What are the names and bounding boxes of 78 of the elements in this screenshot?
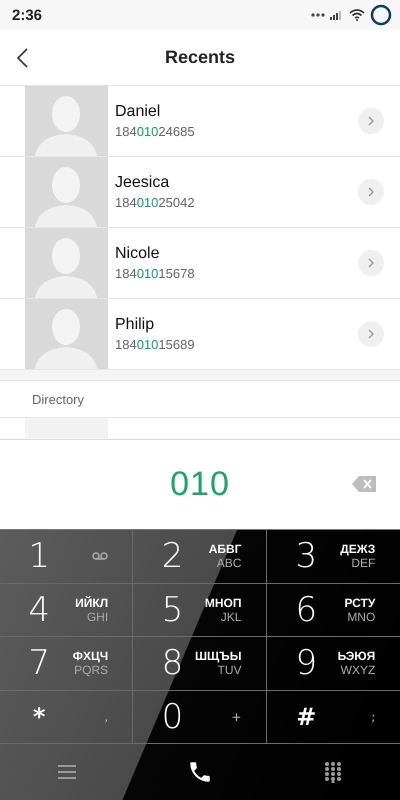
dial-key[interactable]: 6 РСТУ MNO xyxy=(266,584,400,637)
dial-key[interactable]: 5 МНОП JKL xyxy=(133,584,267,637)
avatar-icon xyxy=(25,418,108,439)
chevron-icon xyxy=(368,187,374,197)
key-letters: АБВГ xyxy=(208,542,242,556)
key-letters: WXYZ xyxy=(340,663,376,678)
key-digit: 5 xyxy=(160,590,184,630)
details-button[interactable] xyxy=(358,250,384,276)
key-digit: 9 xyxy=(294,643,318,684)
key-letters: TUV xyxy=(217,663,242,678)
dial-key[interactable]: # ; xyxy=(266,690,400,744)
delete-button[interactable] xyxy=(352,476,376,492)
key-digit: 2 xyxy=(160,536,184,576)
contact-number: 18401015678 xyxy=(115,266,196,281)
dial-key[interactable]: 0 + xyxy=(133,690,267,744)
status-time: 2:36 xyxy=(12,6,42,24)
contact-number: 18401015689 xyxy=(115,337,196,352)
contact-row[interactable]: Daniel 18401024685 xyxy=(0,86,400,157)
avatar-icon xyxy=(25,299,108,369)
dial-key[interactable]: * , xyxy=(0,690,134,744)
dial-key[interactable]: 7 ФХЦЧ PQRS xyxy=(0,637,134,690)
dial-key[interactable]: 9 ЬЭЮЯ WXYZ xyxy=(266,637,400,690)
contact-name: Jeesica xyxy=(115,174,170,192)
key-letters: MNO xyxy=(347,610,376,624)
dial-key[interactable]: 4 ИЙКЛ GHI xyxy=(0,584,134,637)
details-button[interactable] xyxy=(358,108,384,134)
back-icon xyxy=(16,48,28,68)
key-digit: 3 xyxy=(294,536,318,576)
avatar-icon xyxy=(25,157,108,227)
key-digit: 0 xyxy=(160,696,184,737)
contact-name: Nicole xyxy=(115,245,160,263)
key-digit: 8 xyxy=(160,643,184,684)
key-letters: GHI xyxy=(86,610,108,624)
menu-icon xyxy=(58,765,76,779)
page-title: Recents xyxy=(164,47,236,68)
details-button[interactable] xyxy=(358,321,384,347)
key-digit: 4 xyxy=(27,590,51,630)
key-symbol: * xyxy=(32,702,46,731)
contact-number: 18401025042 xyxy=(115,195,196,210)
key-letters: ИЙКЛ xyxy=(75,596,108,610)
contact-name: Daniel xyxy=(115,103,162,121)
dialed-number: 010 xyxy=(170,465,230,504)
contact-name: Philip xyxy=(115,316,156,334)
dial-key[interactable]: 3 ДЕЖЗ DEF xyxy=(266,530,400,584)
key-letters: ABC xyxy=(216,556,242,570)
key-letters: ЬЭЮЯ xyxy=(338,649,376,664)
wifi-icon xyxy=(349,9,365,21)
key-symbol: # xyxy=(295,702,318,731)
key-letters: ФХЦЧ xyxy=(72,649,108,664)
key-letters: PQRS xyxy=(74,663,108,678)
chevron-icon xyxy=(368,258,374,268)
key-extra: ; xyxy=(370,710,376,724)
key-digit: 1 xyxy=(27,536,51,576)
key-extra: , xyxy=(103,710,108,724)
key-letters: JKL xyxy=(220,610,242,624)
key-letters: ШЩЪЫ xyxy=(195,649,242,664)
contact-number: 18401024685 xyxy=(115,124,196,139)
key-letters: ДЕЖЗ xyxy=(340,542,376,556)
dial-key[interactable]: 2 АБВГ ABC xyxy=(133,530,267,584)
backspace-icon xyxy=(352,476,376,492)
contact-row[interactable]: Nicole 18401015678 xyxy=(0,228,400,299)
key-letters: МНОП xyxy=(204,596,242,610)
chevron-icon xyxy=(368,329,374,339)
voicemail-icon xyxy=(92,552,108,560)
contact-row[interactable]: Jeesica 18401025042 xyxy=(0,157,400,228)
ring-icon xyxy=(370,4,392,26)
avatar-icon xyxy=(25,228,108,298)
details-button[interactable] xyxy=(358,179,384,205)
key-digit: 7 xyxy=(27,643,51,684)
key-letters: DEF xyxy=(351,556,376,570)
key-extra: + xyxy=(230,710,242,724)
signal-icon xyxy=(330,10,344,20)
chevron-icon xyxy=(368,116,374,126)
key-letters: РСТУ xyxy=(344,596,376,610)
key-digit: 6 xyxy=(294,590,318,630)
more-icon xyxy=(311,13,325,17)
dial-key[interactable]: 1 xyxy=(0,530,134,584)
contact-row[interactable]: Philip 18401015689 xyxy=(0,299,400,370)
